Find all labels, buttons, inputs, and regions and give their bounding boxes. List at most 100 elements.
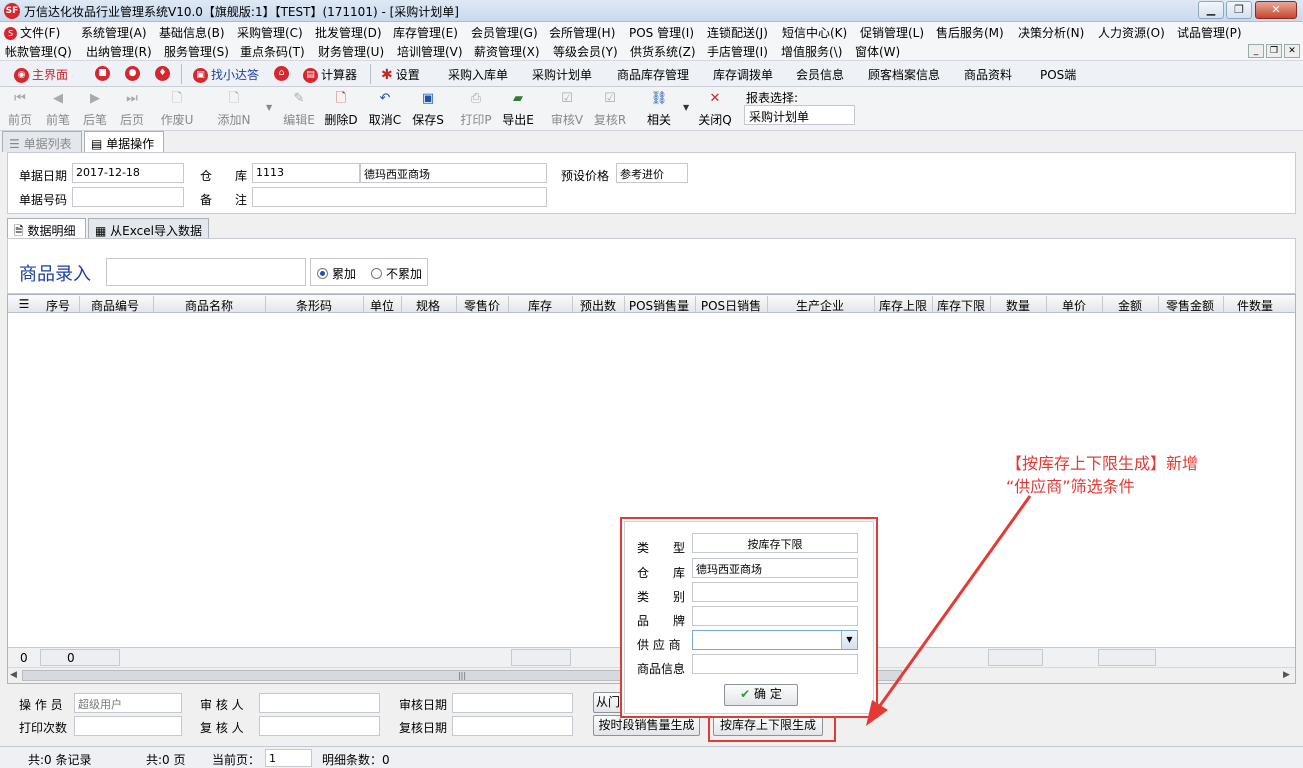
find-link[interactable]: ▣ 找小达答 <box>193 66 259 83</box>
quick-link[interactable]: 顾客档案信息 <box>868 66 940 83</box>
quick-link[interactable]: 库存调拨单 <box>713 66 773 83</box>
recheck-button[interactable]: ☑ 复核R <box>592 91 628 128</box>
review-button[interactable]: ☑ 审核V <box>549 91 585 128</box>
print-button[interactable]: ⎙ 打印P <box>458 91 494 128</box>
confirm-button[interactable]: ✔ 确 定 <box>724 684 798 706</box>
supplier-select[interactable]: ▼ <box>692 630 858 650</box>
chevron-down-icon[interactable]: ▼ <box>841 631 857 649</box>
column-header[interactable]: 单价 <box>1047 297 1101 314</box>
next-record-button[interactable]: ▶ 后笔 <box>77 91 113 128</box>
save-button[interactable]: ▣ 保存S <box>410 91 446 128</box>
column-header[interactable]: 条形码 <box>266 297 362 314</box>
menu-item[interactable]: 帐款管理(Q) <box>5 43 72 60</box>
operator-field[interactable]: 超级用户 <box>74 693 182 713</box>
radio-no-accumulate[interactable]: 不累加 <box>371 265 422 282</box>
number-field[interactable] <box>72 187 184 207</box>
scroll-right-icon[interactable]: ▶ <box>1283 670 1290 680</box>
menu-item[interactable]: 决策分析(N) <box>1018 24 1084 41</box>
tab-detail[interactable]: 🗎 数据明细 <box>7 218 86 239</box>
warehouse-name-field[interactable]: 德玛西亚商场 <box>360 163 547 183</box>
menu-item[interactable]: 手店管理(I) <box>707 43 768 60</box>
first-page-button[interactable]: ⏮ 前页 <box>2 91 38 128</box>
menu-item[interactable]: 短信中心(K) <box>782 24 847 41</box>
home-link[interactable]: ◉ 主界面 <box>14 66 68 83</box>
warehouse-field[interactable]: 德玛西亚商场 <box>692 558 858 578</box>
price-field[interactable]: 参考进价 <box>616 163 688 183</box>
menu-item[interactable]: 试品管理(P) <box>1177 24 1242 41</box>
product-info-field[interactable] <box>692 654 858 674</box>
column-header[interactable]: 序号 <box>38 297 78 314</box>
column-header[interactable]: 零售金额 <box>1159 297 1221 314</box>
related-button[interactable]: ⛓ 相关 <box>641 91 677 128</box>
mdi-restore-button[interactable]: ❐ <box>1266 44 1282 58</box>
menu-item[interactable]: 售后服务(M) <box>936 24 1004 41</box>
scroll-left-icon[interactable]: ◀ <box>10 670 17 680</box>
cancel-button[interactable]: ↶ 取消C <box>367 91 403 128</box>
menu-item[interactable]: 等级会员(Y) <box>553 43 618 60</box>
print-count-field[interactable] <box>74 716 182 736</box>
column-header[interactable]: 商品名称 <box>154 297 264 314</box>
mdi-minimize-button[interactable]: _ <box>1248 44 1264 58</box>
delete-button[interactable]: 🗋 删除D <box>323 91 359 128</box>
type-field[interactable]: 按库存下限 <box>692 533 858 553</box>
tab-list[interactable]: ☰ 单据列表 <box>2 131 82 152</box>
generate-by-stock-limit-button[interactable]: 按库存上下限生成 <box>713 715 823 736</box>
menu-item[interactable]: 人力资源(O) <box>1098 24 1165 41</box>
recheck-date-field[interactable] <box>452 716 573 736</box>
menu-item[interactable]: 重点条码(T) <box>240 43 305 60</box>
menu-item[interactable]: 会员管理(G) <box>471 24 538 41</box>
menu-item[interactable]: 财务管理(U) <box>318 43 384 60</box>
menu-item[interactable]: 基础信息(B) <box>159 24 225 41</box>
tab-operate[interactable]: ▤ 单据操作 <box>84 131 164 152</box>
menu-item[interactable]: 库存管理(E) <box>393 24 458 41</box>
house-link[interactable]: ⌂ <box>274 66 292 81</box>
column-header[interactable]: 预出数 <box>573 297 623 314</box>
menu-item[interactable]: 窗体(W) <box>855 43 900 60</box>
menu-item[interactable]: 出纳管理(R) <box>86 43 152 60</box>
menu-item[interactable]: 采购管理(C) <box>237 24 303 41</box>
help-link[interactable]: ♦ <box>155 66 173 81</box>
column-header[interactable]: 库存上限 <box>875 297 931 314</box>
column-header[interactable]: 生产企业 <box>768 297 872 314</box>
quick-link[interactable]: 会员信息 <box>796 66 844 83</box>
review-date-field[interactable] <box>452 693 573 713</box>
tab-excel-import[interactable]: ▦ 从Excel导入数据 <box>88 218 209 239</box>
quick-link[interactable]: 采购入库单 <box>448 66 508 83</box>
column-menu-icon[interactable]: ☰ <box>12 297 36 311</box>
product-entry-input[interactable] <box>106 258 306 286</box>
file-menu[interactable]: S 文件(F) <box>4 24 60 41</box>
generate-by-period-button[interactable]: 按时段销售量生成 <box>593 715 700 736</box>
add-button[interactable]: 🗋 添加N <box>216 91 252 128</box>
edit-button[interactable]: ✎ 编辑E <box>281 91 317 128</box>
column-header[interactable]: POS日销售 <box>696 297 766 314</box>
lock-link[interactable]: ■ <box>95 66 113 81</box>
rechecker-field[interactable] <box>259 716 380 736</box>
minimize-button[interactable]: ▁ <box>1198 1 1224 19</box>
prev-record-button[interactable]: ◀ 前笔 <box>40 91 76 128</box>
menu-item[interactable]: 批发管理(D) <box>315 24 382 41</box>
date-field[interactable]: 2017-12-18 <box>72 163 184 183</box>
calculator-link[interactable]: ▤ 计算器 <box>303 66 357 83</box>
report-select[interactable]: 采购计划单 <box>744 105 855 125</box>
column-header[interactable]: 件数量 <box>1224 297 1286 314</box>
restore-button[interactable]: ❐ <box>1226 1 1252 19</box>
quick-link[interactable]: 商品库存管理 <box>617 66 689 83</box>
menu-item[interactable]: 会所管理(H) <box>549 24 615 41</box>
menu-item[interactable]: 增值服务(\) <box>781 43 842 60</box>
mdi-close-button[interactable]: ✕ <box>1284 44 1300 58</box>
close-window-button[interactable]: ✕ <box>1255 1 1297 19</box>
menu-item[interactable]: 供货系统(Z) <box>630 43 696 60</box>
last-page-button[interactable]: ⏭ 后页 <box>114 91 150 128</box>
quick-link[interactable]: 采购计划单 <box>532 66 592 83</box>
menu-item[interactable]: POS 管理(I) <box>629 24 694 41</box>
category-field[interactable] <box>692 582 858 602</box>
column-header[interactable]: 金额 <box>1103 297 1157 314</box>
from-store-button[interactable]: 从门 <box>593 692 623 713</box>
column-header[interactable]: 零售价 <box>457 297 507 314</box>
column-header[interactable]: 库存 <box>509 297 571 314</box>
menu-item[interactable]: 服务管理(S) <box>164 43 229 60</box>
column-header[interactable]: POS销售量 <box>625 297 693 314</box>
menu-item[interactable]: 系统管理(A) <box>81 24 147 41</box>
column-header[interactable]: 规格 <box>402 297 454 314</box>
settings-link[interactable]: ✱ 设置 <box>381 66 420 83</box>
